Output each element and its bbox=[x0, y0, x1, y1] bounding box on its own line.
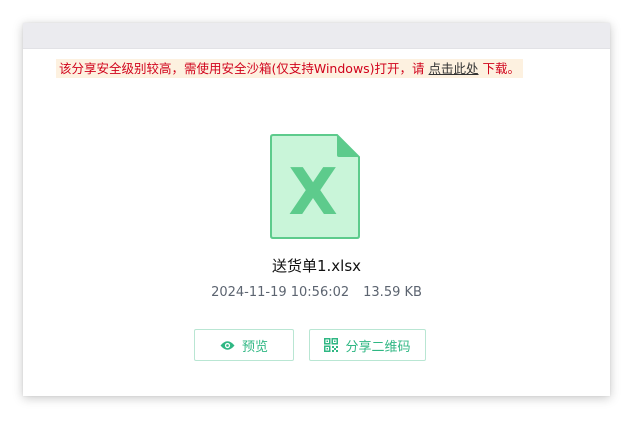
security-warning: 该分享安全级别较高，需使用安全沙箱(仅支持Windows)打开，请 点击此处 下… bbox=[56, 59, 524, 78]
share-qrcode-button-label: 分享二维码 bbox=[345, 339, 411, 355]
excel-file-icon-graphic: X bbox=[270, 134, 360, 239]
warning-text-after: 下载。 bbox=[478, 61, 521, 76]
excel-file-icon: X bbox=[269, 132, 361, 240]
share-qrcode-button[interactable]: 分享二维码 bbox=[309, 329, 426, 361]
qrcode-icon bbox=[324, 338, 339, 352]
file-date: 2024-11-19 10:56:02 bbox=[211, 285, 350, 300]
file-share-card: 该分享安全级别较高，需使用安全沙箱(仅支持Windows)打开，请 点击此处 下… bbox=[23, 23, 610, 396]
page: 该分享安全级别较高，需使用安全沙箱(仅支持Windows)打开，请 点击此处 下… bbox=[0, 0, 634, 421]
file-name: 送货单1.xlsx bbox=[271, 257, 362, 275]
card-header-bar bbox=[23, 23, 610, 49]
file-size: 13.59 KB bbox=[363, 285, 422, 300]
svg-text:X: X bbox=[288, 156, 337, 230]
file-meta: 2024-11-19 10:56:02 13.59 KB bbox=[23, 285, 610, 300]
eye-icon bbox=[220, 340, 235, 351]
warning-text-before: 该分享安全级别较高，需使用安全沙箱(仅支持Windows)打开，请 bbox=[59, 61, 429, 76]
preview-button-label: 预览 bbox=[241, 339, 268, 355]
download-link[interactable]: 点击此处 bbox=[429, 61, 479, 76]
preview-button[interactable]: 预览 bbox=[194, 329, 294, 361]
